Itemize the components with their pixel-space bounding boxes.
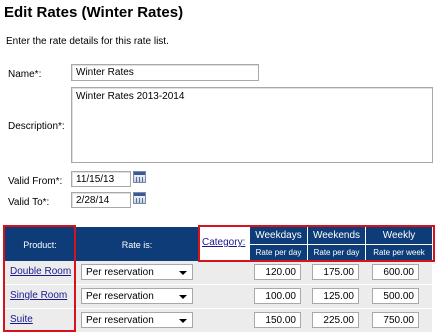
rate-is-select[interactable]: Per reservation xyxy=(81,312,193,328)
valid-to-label: Valid To*: xyxy=(8,197,50,208)
valid-from-field[interactable] xyxy=(71,171,131,187)
intro-text: Enter the rate details for this rate lis… xyxy=(6,36,169,47)
chevron-down-icon xyxy=(179,295,187,299)
valid-to-field[interactable] xyxy=(71,192,131,208)
calendar-icon[interactable] xyxy=(133,192,146,204)
rate-is-header-label: Rate is: xyxy=(121,240,153,250)
product-column-highlight xyxy=(3,225,76,332)
rate-is-value: Per reservation xyxy=(86,267,154,278)
description-field[interactable]: Winter Rates 2013-2014 xyxy=(71,87,433,163)
calendar-icon[interactable] xyxy=(133,171,146,183)
chevron-down-icon xyxy=(179,319,187,323)
weekends-rate-field[interactable]: 125.00 xyxy=(312,288,359,304)
rate-is-value: Per reservation xyxy=(86,291,154,302)
weekdays-rate-field[interactable]: 100.00 xyxy=(254,288,301,304)
weekends-rate-field[interactable]: 175.00 xyxy=(312,264,359,280)
valid-from-label: Valid From*: xyxy=(8,176,63,187)
chevron-down-icon xyxy=(179,271,187,275)
name-label: Name*: xyxy=(8,69,42,80)
page-title: Edit Rates (Winter Rates) xyxy=(4,4,184,21)
weekly-rate-field[interactable]: 750.00 xyxy=(372,312,419,328)
weekends-rate-field[interactable]: 225.00 xyxy=(312,312,359,328)
weekly-rate-field[interactable]: 600.00 xyxy=(372,264,419,280)
rate-is-select[interactable]: Per reservation xyxy=(81,264,193,280)
description-label: Description*: xyxy=(8,121,65,132)
rate-is-value: Per reservation xyxy=(86,315,154,326)
rate-is-select[interactable]: Per reservation xyxy=(81,288,193,304)
weekdays-rate-field[interactable]: 150.00 xyxy=(254,312,301,328)
weekly-rate-field[interactable]: 500.00 xyxy=(372,288,419,304)
name-field[interactable] xyxy=(71,64,259,81)
rate-columns-highlight xyxy=(198,225,435,262)
weekdays-rate-field[interactable]: 120.00 xyxy=(254,264,301,280)
